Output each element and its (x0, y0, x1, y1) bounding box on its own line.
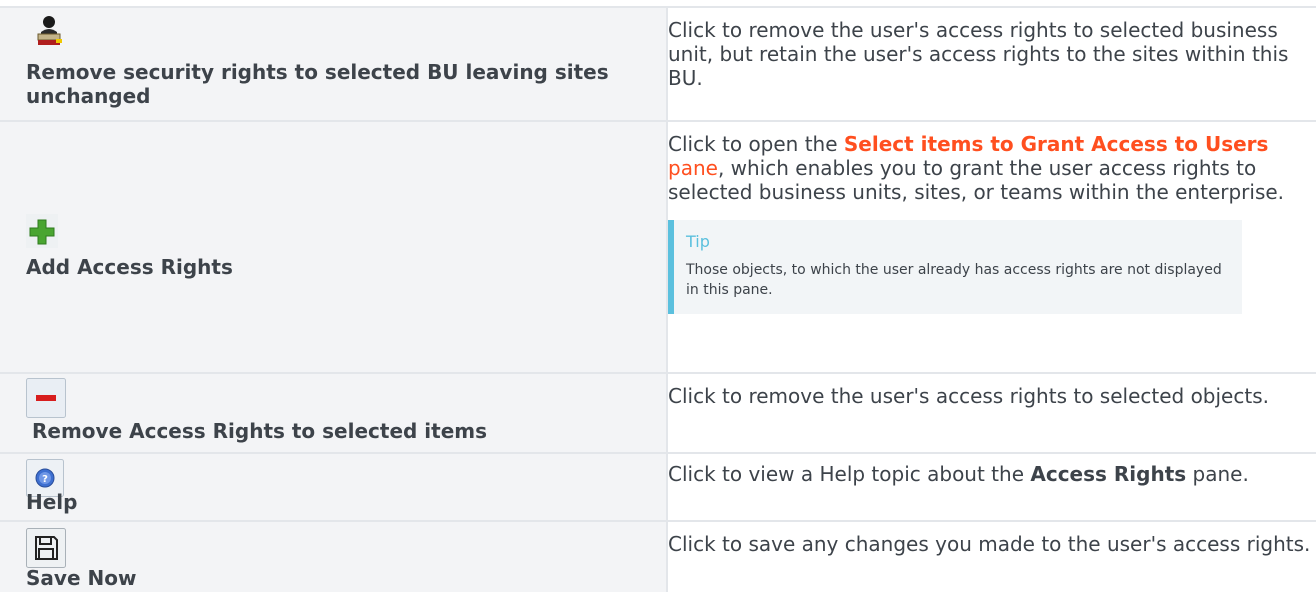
tip-text: Those objects, to which the user already… (686, 262, 1222, 298)
description-text: Click to view a Help topic about the Acc… (668, 454, 1316, 486)
grant-access-link-rest: pane (668, 156, 718, 180)
description-text: Click to remove the user's access rights… (668, 384, 1269, 408)
plus-icon[interactable] (26, 214, 58, 252)
tip-title: Tip (686, 232, 710, 251)
table-row: ? Help Click to view a Help topic about … (0, 452, 1316, 521)
description-text: Click to open the Select items to Grant … (668, 122, 1316, 204)
description-cell: Click to view a Help topic about the Acc… (667, 452, 1316, 521)
action-cell: Remove security rights to selected BU le… (0, 6, 668, 121)
desc-prefix: Click to view a Help topic about the (668, 462, 1031, 486)
action-label: Remove security rights to selected BU le… (26, 60, 609, 108)
svg-text:?: ? (42, 474, 48, 485)
description-cell: Click to save any changes you made to th… (667, 520, 1316, 592)
desc-suffix: pane. (1186, 462, 1249, 486)
grant-access-link-bold: Select items to Grant Access to Users (843, 132, 1269, 156)
table-row: Add Access Rights Click to open the Sele… (0, 120, 1316, 373)
description-text: Click to remove the user's access rights… (668, 18, 1289, 90)
table-row: Remove security rights to selected BU le… (0, 6, 1316, 121)
description-text: Click to save any changes you made to th… (668, 532, 1311, 556)
action-label: Help (26, 490, 78, 514)
description-cell: Click to remove the user's access rights… (667, 6, 1316, 121)
action-cell: Add Access Rights (0, 120, 668, 373)
actions-table: Remove security rights to selected BU le… (0, 6, 1316, 592)
desc-suffix: , which enables you to grant the user ac… (668, 156, 1285, 204)
table-row: Remove Access Rights to selected items C… (0, 372, 1316, 453)
action-cell: Remove Access Rights to selected items (0, 372, 668, 453)
description-cell: Click to remove the user's access rights… (667, 372, 1316, 453)
remove-security-icon[interactable] (36, 14, 64, 52)
table-row: Save Now Click to save any changes you m… (0, 520, 1316, 592)
tip-box: Tip Those objects, to which the user alr… (668, 220, 1242, 314)
description-cell: Click to open the Select items to Grant … (667, 120, 1316, 373)
minus-icon[interactable] (26, 378, 66, 422)
desc-prefix: Click to open the (668, 132, 844, 156)
action-label: Add Access Rights (26, 255, 233, 279)
action-cell: ? Help (0, 452, 668, 521)
desc-bold: Access Rights (1030, 462, 1187, 486)
action-cell: Save Now (0, 520, 668, 592)
action-label: Save Now (26, 566, 137, 590)
action-label: Remove Access Rights to selected items (32, 419, 488, 443)
